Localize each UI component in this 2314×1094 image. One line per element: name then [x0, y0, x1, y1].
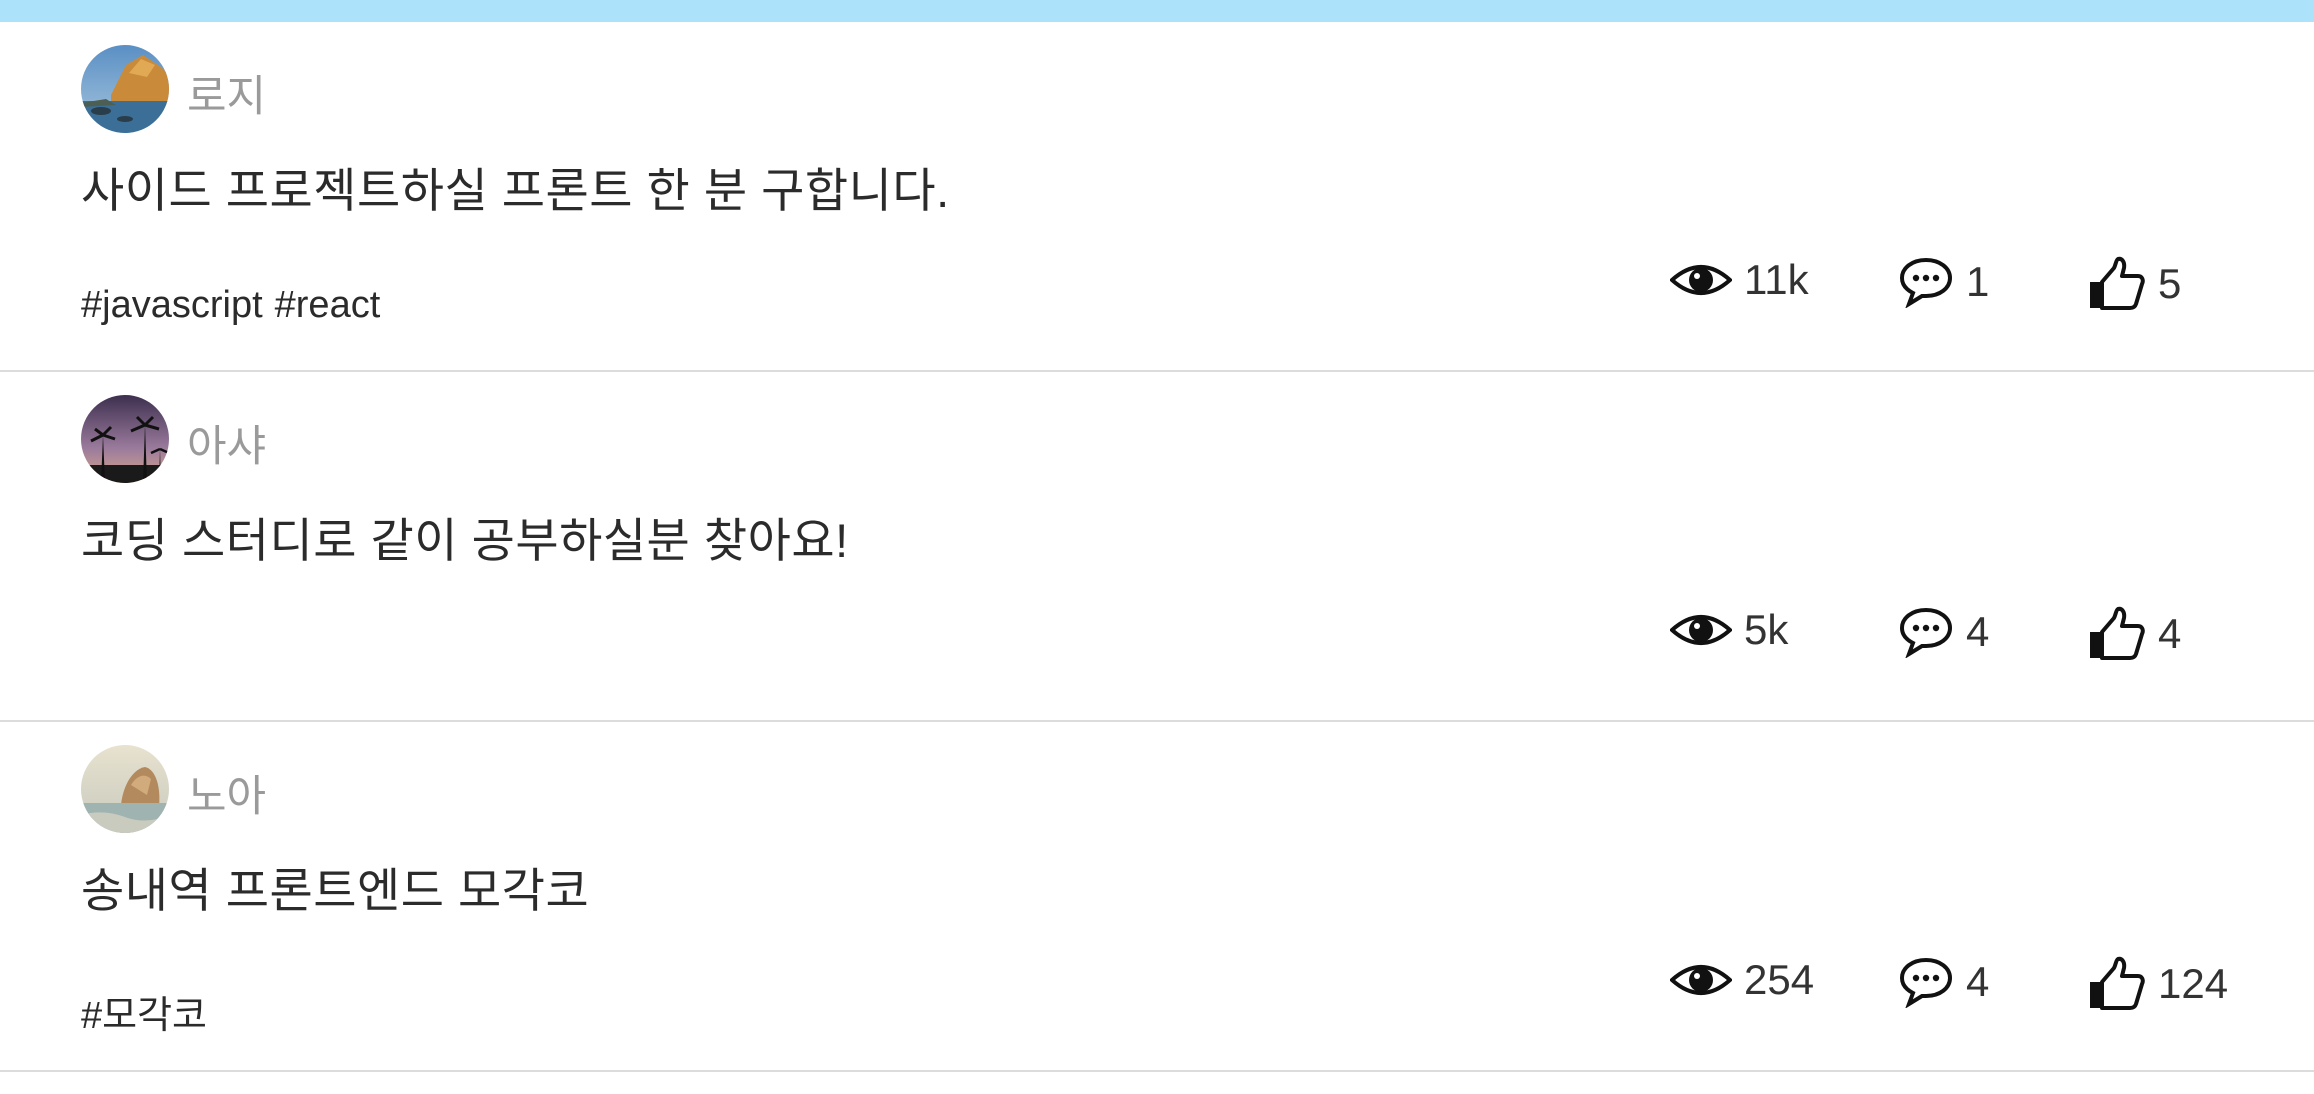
top-accent-bar	[0, 0, 2314, 22]
eye-icon	[1670, 265, 1732, 295]
avatar	[81, 395, 169, 483]
post-author: 로지	[81, 45, 266, 133]
like-count[interactable]: 124	[2088, 956, 2228, 1012]
view-count: 5k	[1670, 606, 1788, 654]
thumbs-up-icon	[2090, 606, 2145, 660]
post-author: 아샤	[81, 395, 266, 483]
author-name: 로지	[187, 73, 267, 121]
like-count[interactable]: 4	[2088, 606, 2181, 662]
comment-count: 4	[1898, 956, 1989, 1008]
comment-count: 4	[1898, 606, 1989, 658]
avatar	[81, 745, 169, 833]
eye-icon	[1670, 965, 1732, 995]
post-card[interactable]: 아샤 코딩 스터디로 같이 공부하실분 찾아요! 5k 4 4	[0, 372, 2314, 722]
post-stats: 254 4 124	[0, 956, 2314, 1016]
post-author: 노아	[81, 745, 266, 833]
speech-bubble-icon	[1899, 257, 1953, 308]
post-card[interactable]: 노아 송내역 프론트엔드 모각코 #모각코 254 4 124	[0, 722, 2314, 1072]
thumbs-up-icon	[2090, 956, 2145, 1010]
thumbs-up-icon	[2090, 256, 2145, 310]
author-name: 아샤	[187, 423, 267, 471]
avatar	[81, 45, 169, 133]
speech-bubble-icon	[1899, 607, 1953, 658]
post-card[interactable]: 로지 사이드 프로젝트하실 프론트 한 분 구합니다. #javascript #…	[0, 22, 2314, 372]
view-count: 11k	[1670, 256, 1809, 304]
post-stats: 5k 4 4	[0, 606, 2314, 666]
post-title[interactable]: 코딩 스터디로 같이 공부하실분 찾아요!	[81, 502, 849, 571]
eye-icon	[1670, 615, 1732, 645]
post-title[interactable]: 사이드 프로젝트하실 프론트 한 분 구합니다.	[81, 152, 950, 221]
author-name: 노아	[187, 773, 267, 821]
comment-count: 1	[1898, 256, 1989, 308]
like-count[interactable]: 5	[2088, 256, 2181, 312]
view-count: 254	[1670, 956, 1814, 1004]
post-title[interactable]: 송내역 프론트엔드 모각코	[81, 852, 589, 921]
speech-bubble-icon	[1899, 957, 1953, 1008]
post-stats: 11k 1 5	[0, 256, 2314, 316]
